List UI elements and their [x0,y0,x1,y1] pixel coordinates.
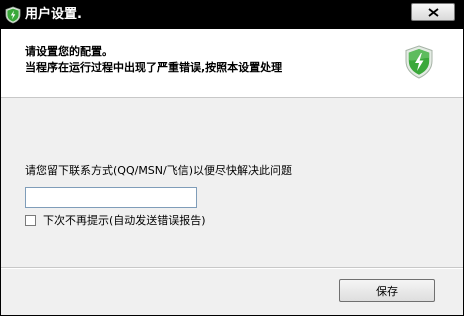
window-title: 用户设置. [25,7,82,22]
header-title: 请设置您的配置。 [25,45,113,58]
settings-dialog: 用户设置. 请设置您的配置。 当程序在运行过程中出现了严重错误,按照本设置处理 … [0,0,464,316]
footer-separator [1,267,463,269]
shield-icon [5,6,21,24]
header-description: 当程序在运行过程中出现了严重错误,按照本设置处理 [25,61,283,74]
title-bar[interactable]: 用户设置. [1,1,463,29]
contact-input[interactable] [25,187,197,208]
contact-label: 请您留下联系方式(QQ/MSN/飞信)以便尽快解决此问题 [25,164,293,177]
form-area: 请您留下联系方式(QQ/MSN/飞信)以便尽快解决此问题 下次不再提示(自动发送… [1,98,463,268]
shield-lightning-icon [405,45,433,79]
save-button[interactable]: 保存 [339,279,435,302]
header-panel: 请设置您的配置。 当程序在运行过程中出现了严重错误,按照本设置处理 [1,29,463,98]
close-button[interactable] [411,3,455,21]
no-prompt-checkbox[interactable] [25,215,36,226]
no-prompt-checkbox-label[interactable]: 下次不再提示(自动发送错误报告) [43,214,206,227]
close-icon [427,7,439,17]
